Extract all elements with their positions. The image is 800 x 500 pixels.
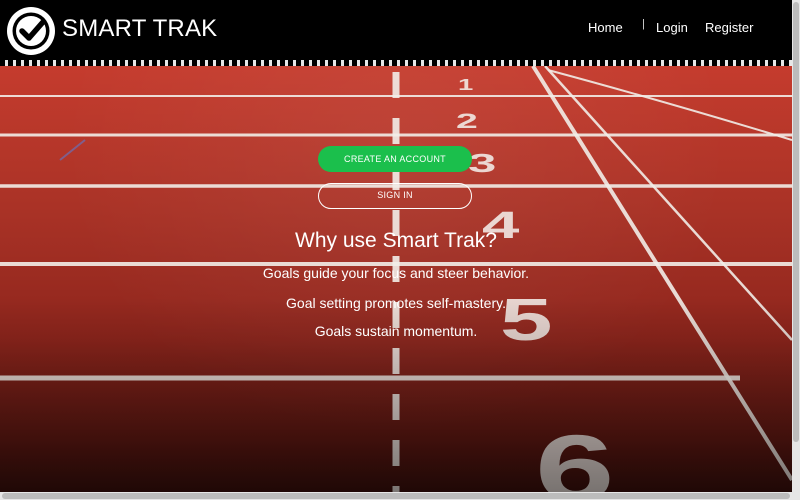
nav-separator: | [642,18,645,30]
sign-in-button[interactable]: SIGN IN [318,183,472,209]
create-account-button[interactable]: CREATE AN ACCOUNT [318,146,472,172]
lane-number-2: 2 [456,109,478,132]
vertical-scrollbar[interactable] [792,0,800,492]
horizontal-scrollbar[interactable] [0,492,792,500]
vertical-scrollbar-thumb[interactable] [793,2,799,442]
nav-links: Home | Login Register [588,18,768,40]
brand-name[interactable]: SMART TRAK [62,15,217,43]
reason-text: Goal setting promotes self-mastery. [286,295,506,311]
scrollbar-corner [792,492,800,500]
lane-number-1: 1 [458,76,473,93]
lane-number-6: 6 [535,416,615,492]
nav-register-link[interactable]: Register [705,20,753,35]
nav-home-link[interactable]: Home [588,20,623,35]
nav-login-link[interactable]: Login [656,20,688,35]
header-scallop-border [0,60,792,66]
top-nav-bar: SMART TRAK Home | Login Register [0,0,792,60]
check-circle-icon[interactable] [6,6,56,56]
horizontal-scrollbar-thumb[interactable] [2,493,790,499]
why-heading: Why use Smart Trak? [295,229,497,252]
lane-number-3: 3 [468,149,496,177]
reason-text: Goals sustain momentum. [314,323,478,339]
reason-text: Goals guide your focus and steer behavio… [262,265,530,281]
page: SMART TRAK Home | Login Register 1 2 3 4… [0,0,792,492]
